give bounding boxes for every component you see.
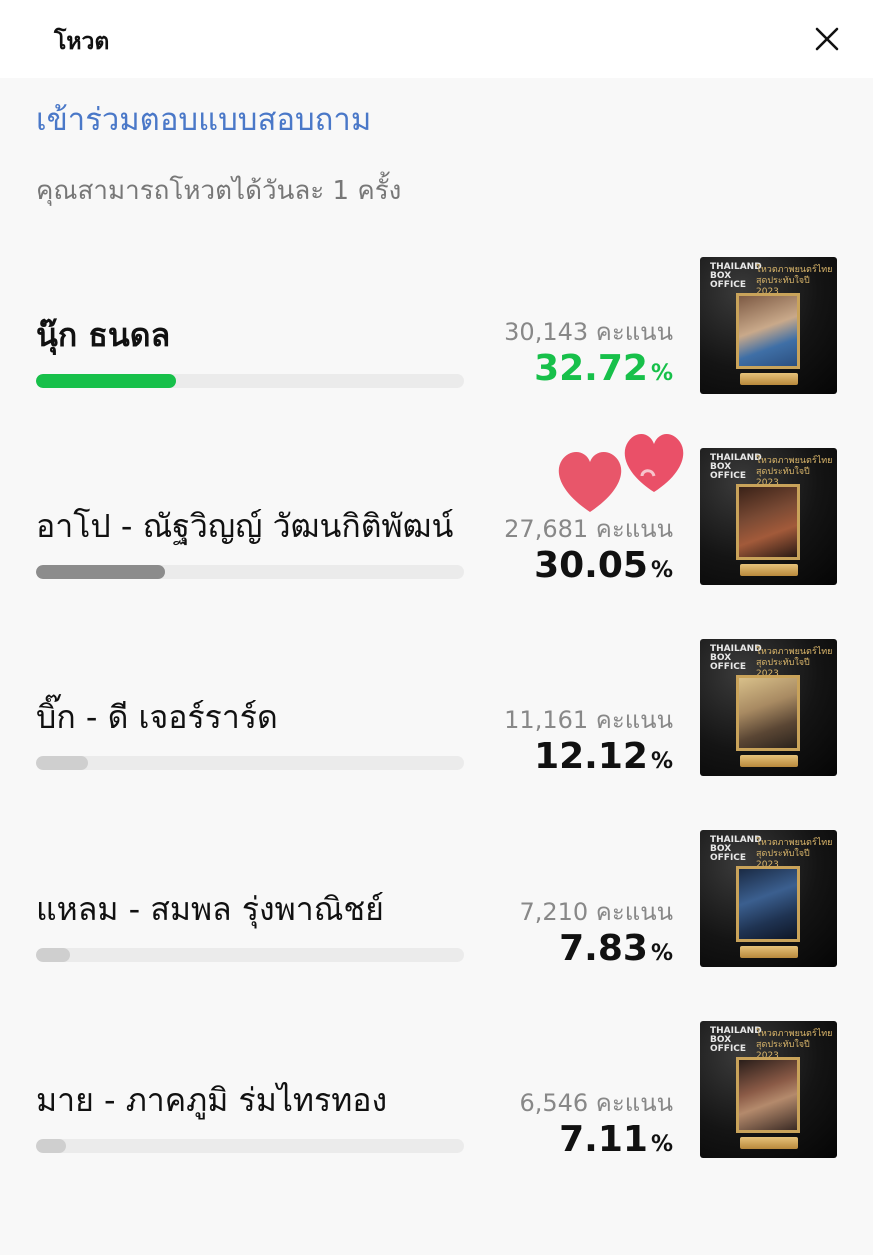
poster-badge — [740, 1137, 798, 1149]
poster-badge — [740, 564, 798, 576]
vote-percent-value: 7.11 — [559, 1119, 648, 1160]
vote-progress-fill — [36, 1139, 66, 1153]
poster-brand: THAILAND BOX OFFICE — [710, 644, 762, 672]
vote-percent: 32.72% — [413, 348, 673, 389]
candidate-photo — [736, 675, 800, 751]
survey-link[interactable]: เข้าร่วมตอบแบบสอบถาม — [36, 94, 371, 144]
candidate-photo — [736, 866, 800, 942]
vote-progress-bar — [36, 565, 464, 579]
vote-progress-fill — [36, 565, 165, 579]
candidate-poster[interactable]: THAILAND BOX OFFICE โหวตภาพยนตร์ไทย สุดป… — [700, 830, 837, 967]
poster-brand: THAILAND BOX OFFICE — [710, 1026, 762, 1054]
poster-brand: THAILAND BOX OFFICE — [710, 835, 762, 863]
top-bar: โหวต — [0, 0, 873, 78]
vote-count: 30,143 คะแนน — [504, 318, 673, 346]
vote-progress-fill — [36, 756, 88, 770]
poster-badge — [740, 373, 798, 385]
candidate-poster[interactable]: THAILAND BOX OFFICE โหวตภาพยนตร์ไทย สุดป… — [700, 1021, 837, 1158]
candidate-poster[interactable]: THAILAND BOX OFFICE โหวตภาพยนตร์ไทย สุดป… — [700, 639, 837, 776]
vote-limit-notice: คุณสามารถโหวตได้วันละ 1 ครั้ง — [36, 176, 402, 206]
vote-progress-bar — [36, 756, 464, 770]
candidate-name: บิ๊ก - ดี เจอร์ราร์ด — [36, 698, 278, 736]
vote-percent-value: 12.12 — [534, 736, 648, 777]
poster-brand: THAILAND BOX OFFICE — [710, 453, 762, 481]
candidate-name: แหลม - สมพล รุ่งพาณิชย์ — [36, 890, 384, 928]
percent-symbol: % — [650, 361, 673, 386]
candidate-poster[interactable]: THAILAND BOX OFFICE โหวตภาพยนตร์ไทย สุดป… — [700, 257, 837, 394]
percent-symbol: % — [650, 558, 673, 583]
poster-badge — [740, 755, 798, 767]
vote-count: 11,161 คะแนน — [504, 706, 673, 734]
candidate-photo — [736, 293, 800, 369]
vote-count: 27,681 คะแนน — [504, 515, 673, 543]
vote-percent: 7.83% — [413, 928, 673, 969]
poster-badge — [740, 946, 798, 958]
vote-percent-value: 7.83 — [559, 928, 648, 969]
vote-progress-bar — [36, 948, 464, 962]
candidate-photo — [736, 484, 800, 560]
candidate-photo — [736, 1057, 800, 1133]
page-title: โหวต — [54, 29, 110, 55]
vote-count: 7,210 คะแนน — [519, 898, 673, 926]
candidate-name: อาโป - ณัฐวิญญ์ วัฒนกิติพัฒน์ — [36, 507, 454, 545]
poster-brand: THAILAND BOX OFFICE — [710, 262, 762, 290]
vote-progress-fill — [36, 374, 176, 388]
candidate-name: นุ๊ก ธนดล — [36, 316, 171, 354]
vote-count: 6,546 คะแนน — [519, 1089, 673, 1117]
percent-symbol: % — [650, 749, 673, 774]
candidate-name: มาย - ภาคภูมิ ร่มไทรทอง — [36, 1081, 388, 1119]
vote-percent: 12.12% — [413, 736, 673, 777]
candidate-poster[interactable]: THAILAND BOX OFFICE โหวตภาพยนตร์ไทย สุดป… — [700, 448, 837, 585]
percent-symbol: % — [650, 1132, 673, 1157]
vote-progress-bar — [36, 1139, 464, 1153]
vote-progress-fill — [36, 948, 70, 962]
percent-symbol: % — [650, 941, 673, 966]
vote-progress-bar — [36, 374, 464, 388]
vote-percent-value: 32.72 — [534, 348, 648, 389]
vote-percent: 7.11% — [413, 1119, 673, 1160]
vote-percent-value: 30.05 — [534, 545, 648, 586]
close-icon[interactable] — [808, 20, 846, 58]
vote-percent: 30.05% — [413, 545, 673, 586]
